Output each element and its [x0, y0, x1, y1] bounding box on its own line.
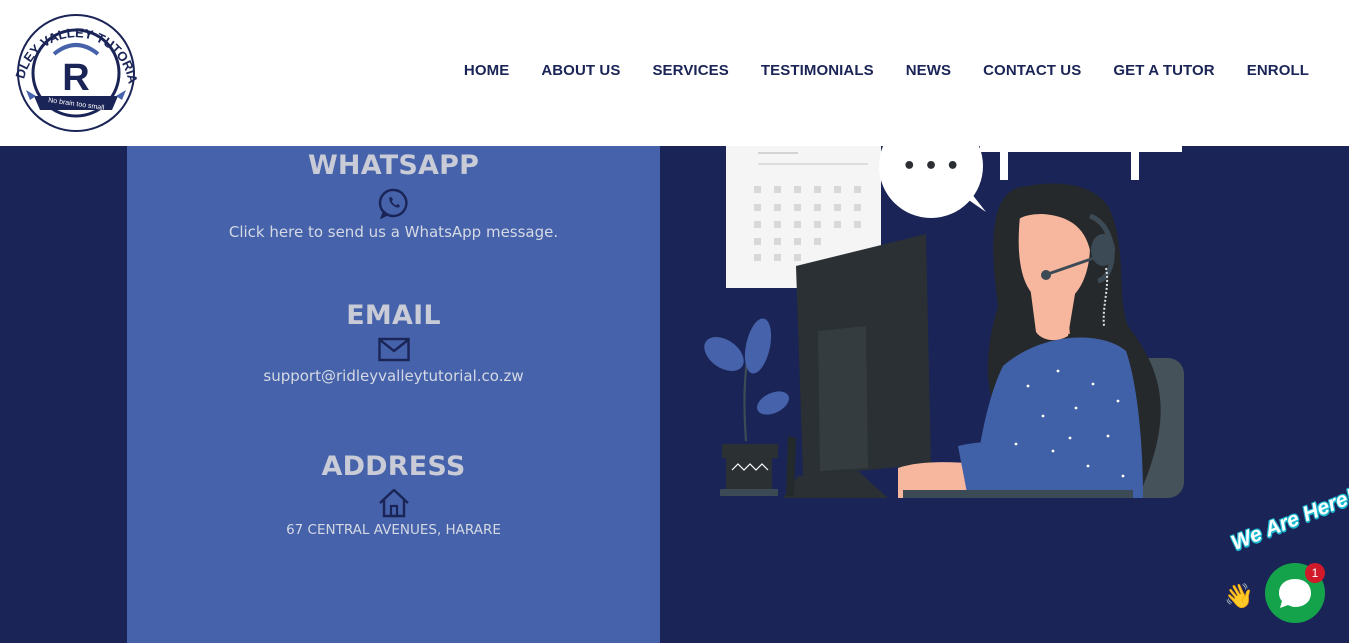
envelope-icon [377, 337, 410, 362]
svg-text:R: R [62, 57, 89, 99]
chat-widget: We Are Here! 👋 1 [1222, 485, 1349, 643]
nav-home[interactable]: HOME [464, 62, 509, 79]
nav-services[interactable]: SERVICES [652, 62, 728, 79]
main-nav: HOME ABOUT US SERVICES TESTIMONIALS NEWS… [432, 62, 1309, 79]
email-title: EMAIL [346, 300, 441, 331]
address-text: 67 CENTRAL AVENUES, HARARE [286, 522, 501, 538]
site-header: RIDLEY VALLEY TUTORIAL R No brain too sm… [0, 0, 1349, 146]
nav-news[interactable]: NEWS [906, 62, 951, 79]
whatsapp-link[interactable]: Click here to send us a WhatsApp message… [127, 223, 660, 241]
home-icon [378, 488, 409, 518]
unread-count-badge: 1 [1305, 563, 1325, 583]
nav-enroll[interactable]: ENROLL [1247, 62, 1309, 79]
whatsapp-icon[interactable] [378, 187, 410, 219]
contact-info-panel: WHATSAPP Click here to send us a WhatsAp… [127, 146, 660, 643]
nav-get-a-tutor[interactable]: GET A TUTOR [1113, 62, 1214, 79]
whatsapp-title: WHATSAPP [307, 150, 480, 181]
address-title: ADDRESS [321, 451, 466, 482]
nav-about-us[interactable]: ABOUT US [541, 62, 620, 79]
whatsapp-block: WHATSAPP Click here to send us a WhatsAp… [127, 150, 660, 241]
chat-widget-label[interactable]: We Are Here! [1228, 485, 1349, 556]
email-block: EMAIL support@ridleyvalleytutorial.co.zw [127, 300, 660, 385]
customer-support-illustration: • • • [704, 146, 1184, 498]
nav-testimonials[interactable]: TESTIMONIALS [761, 62, 874, 79]
address-block: ADDRESS 67 CENTRAL AVENUES, HARARE [127, 451, 660, 538]
waving-hand-icon: 👋 [1224, 583, 1254, 610]
email-link[interactable]: support@ridleyvalleytutorial.co.zw [127, 367, 660, 385]
speech-bubble-dots: • • • [902, 154, 960, 179]
nav-contact-us[interactable]: CONTACT US [983, 62, 1081, 79]
ridley-valley-logo[interactable]: RIDLEY VALLEY TUTORIAL R No brain too sm… [14, 12, 138, 134]
